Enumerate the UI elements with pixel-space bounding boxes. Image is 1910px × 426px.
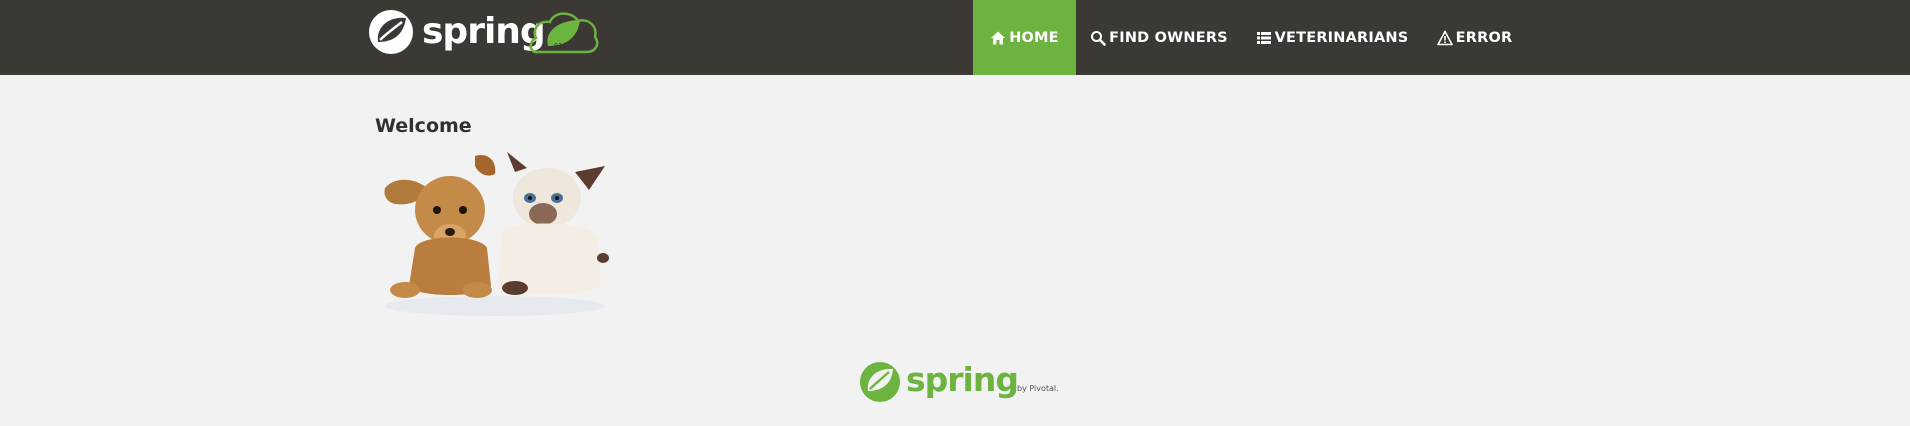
search-icon	[1090, 30, 1106, 46]
nav-find-owners[interactable]: FIND OWNERS	[1076, 0, 1242, 75]
brand-text: spring	[422, 11, 545, 52]
footer-logo-text: spring	[906, 360, 1018, 399]
nav-veterinarians-label: VETERINARIANS	[1274, 29, 1409, 46]
list-icon	[1256, 30, 1272, 46]
nav-error[interactable]: ERROR	[1422, 0, 1527, 75]
main-nav: HOME FIND OWNERS VETERINARIANS ERROR	[973, 0, 1527, 75]
svg-text:0101: 0101	[554, 42, 571, 50]
spring-brand-logo[interactable]: spring 0101	[368, 6, 600, 56]
footer-byline: by Pivotal.	[1017, 384, 1059, 393]
home-icon	[990, 30, 1006, 46]
top-navbar: spring 0101 HOME FIND OWNERS VETERINARIA…	[0, 0, 1910, 75]
pets-image	[384, 152, 609, 316]
warning-icon	[1436, 30, 1453, 46]
nav-home-label: HOME	[1009, 29, 1059, 46]
nav-veterinarians[interactable]: VETERINARIANS	[1242, 0, 1422, 75]
nav-error-label: ERROR	[1455, 29, 1513, 46]
nav-home[interactable]: HOME	[973, 0, 1076, 75]
footer-spring-logo: spring by Pivotal.	[860, 360, 1059, 402]
page-title: Welcome	[375, 115, 472, 137]
nav-find-owners-label: FIND OWNERS	[1109, 29, 1228, 46]
